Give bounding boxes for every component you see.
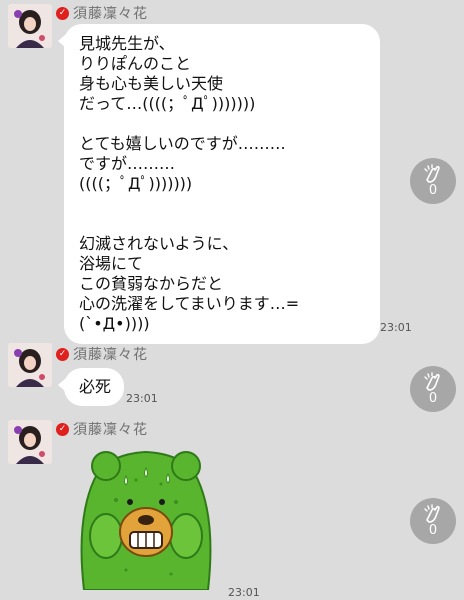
clap-button[interactable]: 0 — [410, 366, 456, 412]
message-time: 23:01 — [380, 321, 412, 334]
green-bear-sticker[interactable] — [66, 440, 226, 594]
message-time: 23:01 — [126, 392, 158, 405]
message-bubble[interactable]: 必死 — [58, 368, 124, 406]
clap-count: 0 — [428, 523, 438, 538]
sender-name: 須藤凜々花 — [73, 422, 148, 438]
clap-icon — [424, 164, 440, 183]
sender-header: ✓ 須藤凜々花 — [56, 420, 148, 438]
sender-name: 須藤凜々花 — [73, 6, 148, 22]
avatar[interactable] — [8, 343, 52, 387]
clap-button[interactable]: 0 — [410, 498, 456, 544]
clap-count: 0 — [428, 183, 438, 198]
message-time: 23:01 — [228, 586, 260, 599]
clap-icon — [424, 504, 440, 523]
clap-icon — [424, 372, 440, 391]
verified-badge-icon: ✓ — [56, 422, 69, 436]
clap-button[interactable]: 0 — [410, 158, 456, 204]
avatar[interactable] — [8, 4, 52, 48]
verified-badge-icon: ✓ — [56, 347, 69, 361]
message-bubble[interactable]: 見城先生が、 りりぽんのこと 身も心も美しい天使 だって…((((；ﾟДﾟ)))… — [58, 24, 380, 344]
clap-count: 0 — [428, 391, 438, 406]
sender-name: 須藤凜々花 — [73, 347, 148, 363]
verified-badge-icon: ✓ — [56, 6, 69, 20]
sender-header: ✓ 須藤凜々花 — [56, 4, 148, 22]
avatar[interactable] — [8, 420, 52, 464]
sender-header: ✓ 須藤凜々花 — [56, 345, 148, 363]
